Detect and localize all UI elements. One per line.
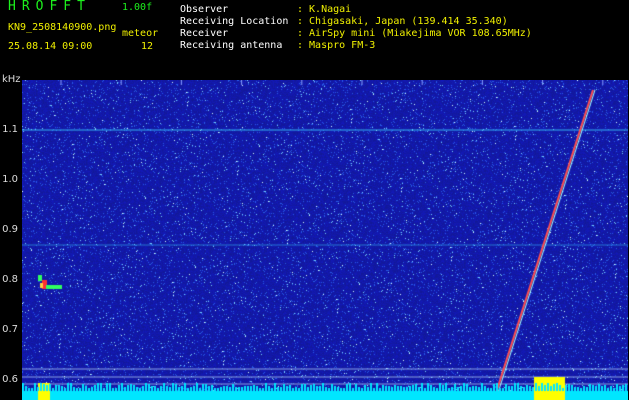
y-tick-label: 1.0 [2,174,18,185]
y-tick-label: 1.1 [2,124,18,135]
y-tick-label: 0.8 [2,274,18,285]
y-tick-label: 0.7 [2,324,18,335]
app-title: HROFFT [8,0,91,14]
antenna-value: : Maspro FM-3 [297,40,376,51]
filename-label: KN9_2508140900.png [8,22,117,33]
receiver-value: : AirSpy mini (Miakejima VOR 108.65MHz) [297,28,532,39]
receiver-label: Receiver [180,28,229,39]
y-tick-label: 0.9 [2,224,18,235]
location-label: Receiving Location [180,16,289,27]
observer-value: : K.Nagai [297,4,352,15]
version-label: 1.00f [122,2,153,13]
mode-label: meteor [122,28,159,39]
antenna-label: Receiving antenna [180,40,283,51]
count-label: 12 [141,41,154,52]
observer-label: Observer [180,4,229,15]
spectrogram-canvas [22,80,628,400]
y-axis-unit: kHz [2,74,21,85]
datetime-label: 25.08.14 09:00 [8,41,93,52]
spectrogram-panel [22,80,628,400]
header-panel: HROFFT 1.00f KN9_2508140900.png meteor 2… [0,0,629,73]
location-value: : Chigasaki, Japan (139.414 35.340) [297,16,508,27]
y-tick-label: 0.6 [2,374,18,385]
